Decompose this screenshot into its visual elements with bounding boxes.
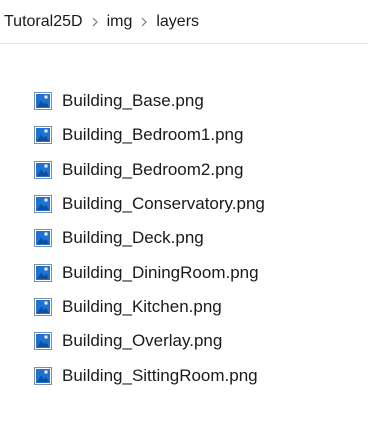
file-item-building-kitchen[interactable]: Building_Kitchen.png [34, 290, 364, 324]
png-image-file-icon [34, 229, 52, 248]
png-image-file-icon [34, 332, 52, 351]
file-name: Building_DiningRoom.png [62, 262, 259, 282]
chevron-right-icon[interactable] [83, 12, 107, 32]
file-name: Building_Kitchen.png [62, 296, 222, 316]
file-name: Building_Overlay.png [62, 331, 223, 351]
breadcrumb-item-tutoral25d[interactable]: Tutoral25D [4, 12, 83, 32]
breadcrumb-item-img[interactable]: img [107, 12, 133, 32]
file-item-building-diningroom[interactable]: Building_DiningRoom.png [34, 255, 364, 289]
file-item-building-sittingroom[interactable]: Building_SittingRoom.png [34, 358, 364, 392]
file-name: Building_Bedroom2.png [62, 159, 244, 179]
file-name: Building_Deck.png [62, 228, 204, 248]
png-image-file-icon [34, 297, 52, 316]
png-image-file-icon [34, 366, 52, 385]
png-image-file-icon [34, 126, 52, 145]
png-image-file-icon [34, 160, 52, 179]
file-item-building-bedroom2[interactable]: Building_Bedroom2.png [34, 153, 364, 187]
file-item-building-deck[interactable]: Building_Deck.png [34, 221, 364, 255]
png-image-file-icon [34, 195, 52, 214]
file-name: Building_Base.png [62, 91, 204, 111]
breadcrumb: Tutoral25D img layers [0, 0, 368, 44]
file-name: Building_Conservatory.png [62, 194, 265, 214]
file-item-building-conservatory[interactable]: Building_Conservatory.png [34, 187, 364, 221]
file-item-building-bedroom1[interactable]: Building_Bedroom1.png [34, 118, 364, 152]
file-item-building-overlay[interactable]: Building_Overlay.png [34, 324, 364, 358]
file-name: Building_SittingRoom.png [62, 365, 258, 385]
file-list: Building_Base.png Building_Bedroom1.png … [34, 84, 364, 393]
chevron-right-icon[interactable] [132, 12, 156, 32]
png-image-file-icon [34, 92, 52, 111]
breadcrumb-item-layers[interactable]: layers [156, 12, 199, 32]
file-name: Building_Bedroom1.png [62, 125, 244, 145]
file-item-building-base[interactable]: Building_Base.png [34, 84, 364, 118]
png-image-file-icon [34, 263, 52, 282]
